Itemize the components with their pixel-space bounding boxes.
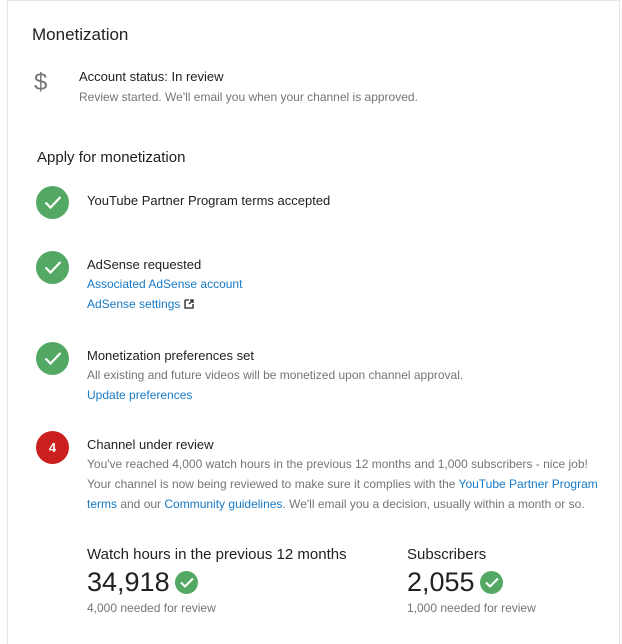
adsense-settings-label: AdSense settings — [87, 297, 181, 311]
subscribers-label: Subscribers — [407, 546, 487, 563]
step-title: Monetization preferences set — [87, 348, 254, 363]
checkmark-icon — [36, 342, 69, 375]
page-title: Monetization — [32, 25, 129, 44]
watch-hours-label: Watch hours in the previous 12 months — [87, 546, 347, 563]
subscribers-note: 1,000 needed for review — [407, 601, 536, 615]
step-number-badge: 4 — [36, 431, 69, 464]
step-description: You've reached 4,000 watch hours in the … — [87, 454, 599, 514]
step-description: All existing and future videos will be m… — [87, 368, 464, 382]
watch-hours-stat: Watch hours in the previous 12 months 34… — [87, 546, 347, 615]
step-title: YouTube Partner Program terms accepted — [87, 193, 331, 208]
checkmark-icon — [479, 570, 503, 594]
review-desc-part2: and our — [117, 497, 165, 511]
update-preferences-link[interactable]: Update preferences — [87, 385, 599, 405]
adsense-settings-link[interactable]: AdSense settings — [87, 294, 599, 314]
checkmark-icon — [36, 186, 69, 219]
step-title: AdSense requested — [87, 257, 202, 272]
external-link-icon — [184, 299, 195, 309]
monetization-panel: Monetization $ Account status: In review… — [7, 0, 620, 644]
community-guidelines-link[interactable]: Community guidelines — [164, 497, 282, 511]
watch-hours-note: 4,000 needed for review — [87, 601, 216, 615]
associated-adsense-link[interactable]: Associated AdSense account — [87, 274, 599, 294]
checkmark-icon — [36, 251, 69, 284]
review-desc-part3: . We'll email you a decision, usually wi… — [282, 497, 585, 511]
watch-hours-value: 34,918 — [87, 567, 170, 597]
step-title: Channel under review — [87, 437, 214, 452]
subscribers-value: 2,055 — [407, 567, 475, 597]
account-status-description: Review started. We'll email you when you… — [79, 90, 418, 104]
checkmark-icon — [174, 570, 198, 594]
account-status-title: Account status: In review — [79, 69, 224, 84]
review-stats: Watch hours in the previous 12 months 34… — [87, 546, 607, 626]
dollar-icon: $ — [34, 69, 48, 96]
apply-section-title: Apply for monetization — [37, 149, 186, 166]
subscribers-stat: Subscribers 2,055 1,000 needed for revie… — [407, 546, 536, 615]
